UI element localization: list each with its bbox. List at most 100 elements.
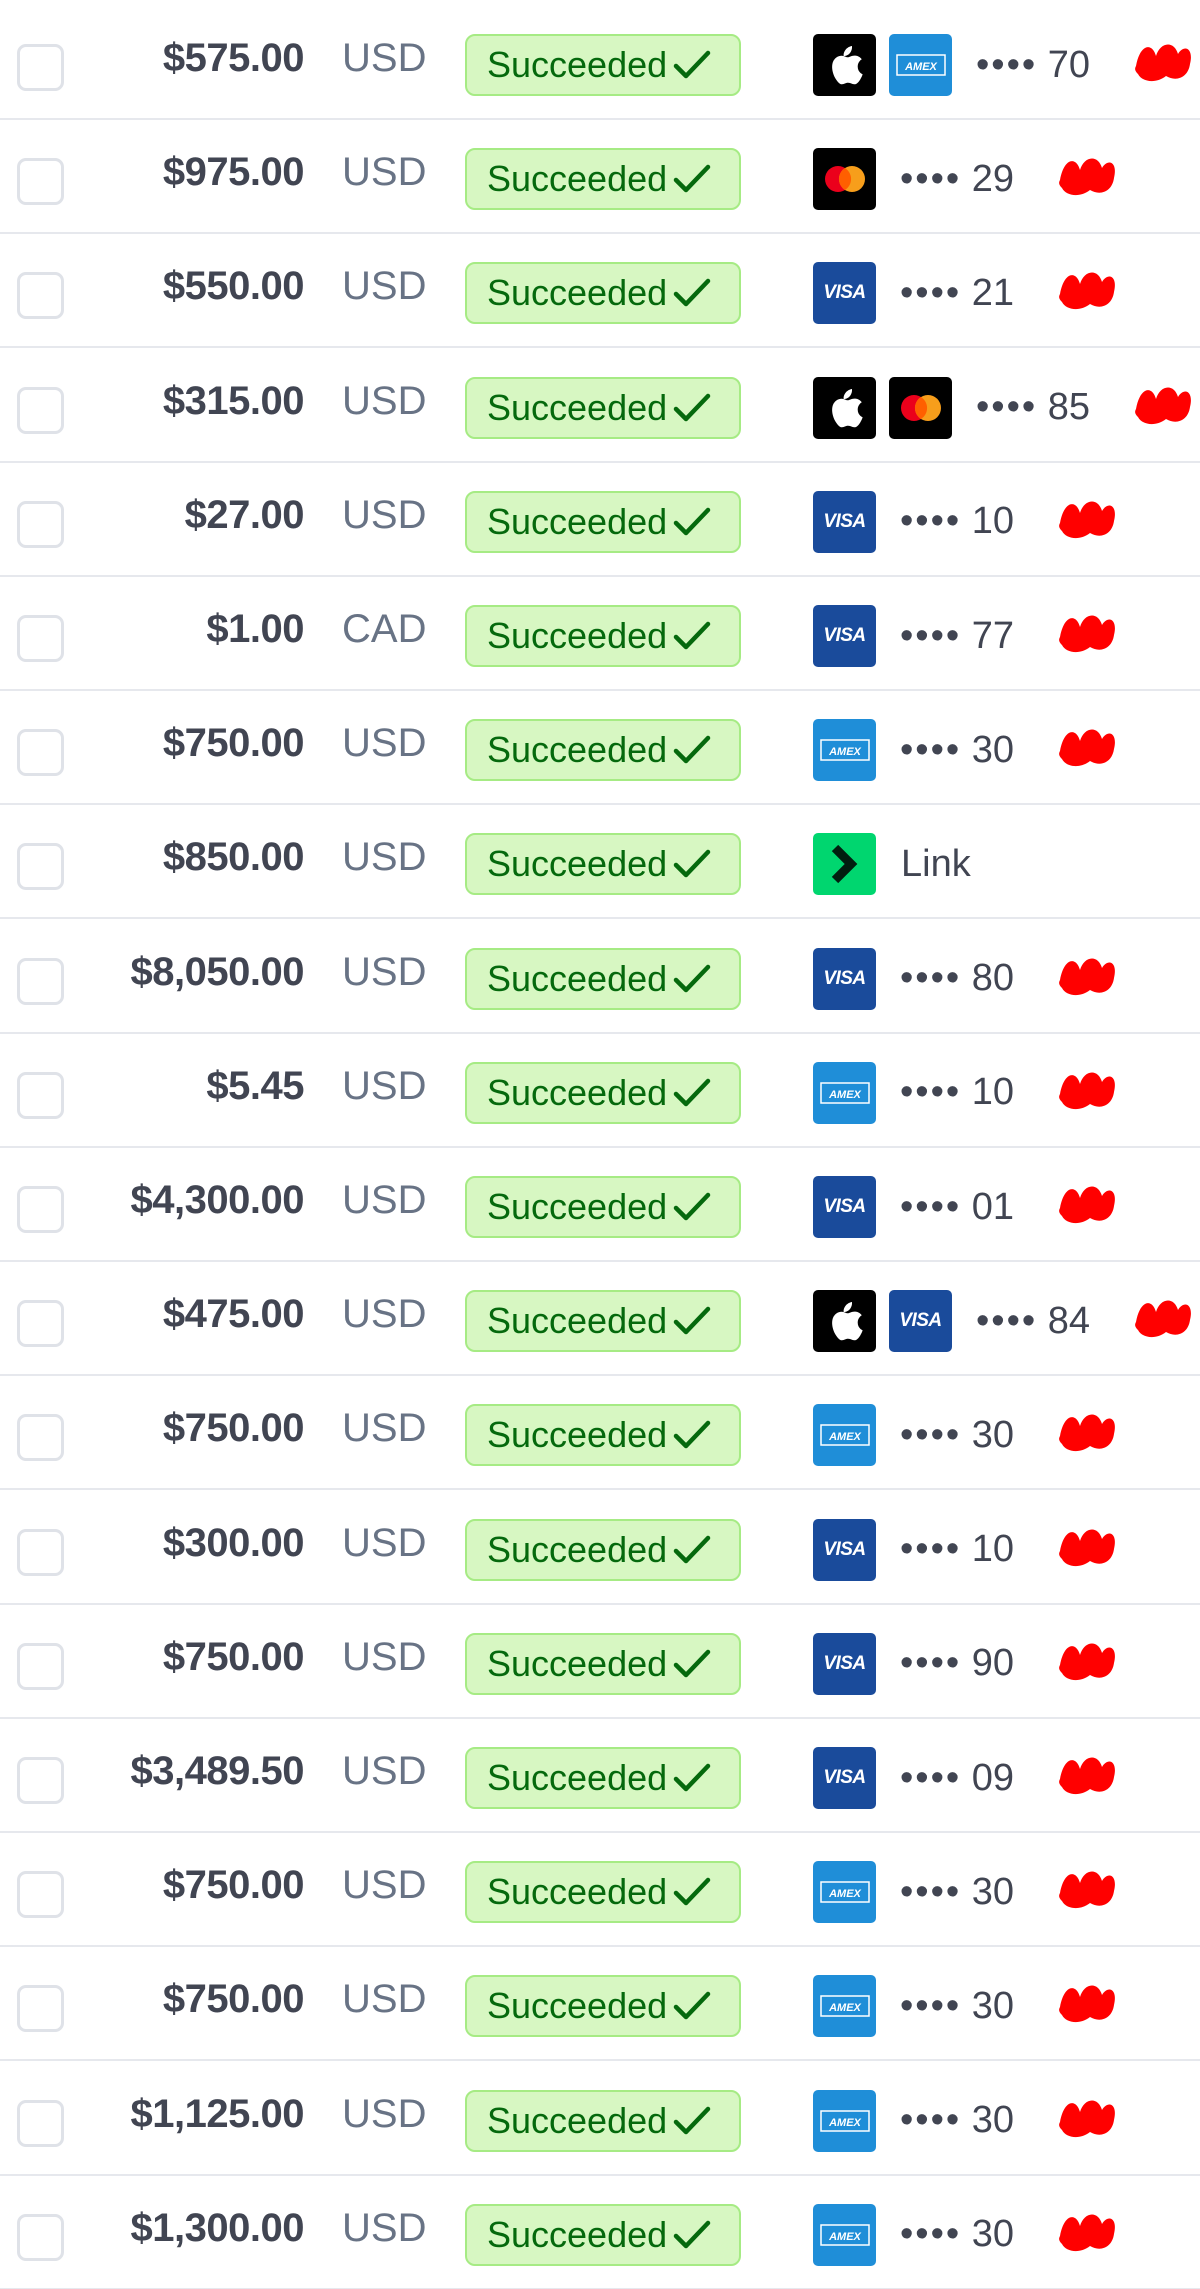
svg-text:AMEX: AMEX (828, 746, 861, 758)
card-last4: •••• 30 (900, 729, 1014, 772)
row-select-checkbox[interactable] (17, 843, 64, 891)
table-row[interactable]: $750.00 USD Succeeded AMEX •••• 30 (0, 1947, 1200, 2062)
table-row[interactable]: $27.00 USD Succeeded VISA •••• 10 (0, 463, 1200, 577)
last4-digits: 29 (971, 157, 1015, 200)
row-select-checkbox[interactable] (17, 957, 64, 1005)
payment-currency: USD (342, 1749, 427, 1793)
table-row[interactable]: $300.00 USD Succeeded VISA •••• 10 (0, 1491, 1200, 1605)
table-row[interactable]: $4,300.00 USD Succeeded VISA •••• 01 (0, 1148, 1200, 1262)
row-select-checkbox[interactable] (17, 2099, 64, 2147)
table-row[interactable]: $850.00 USD Succeeded Link (0, 805, 1200, 920)
checkmark-icon (673, 278, 711, 308)
svg-text:AMEX: AMEX (828, 2117, 861, 2129)
mask-dots: •••• (976, 1299, 1038, 1342)
row-select-checkbox[interactable] (17, 386, 64, 434)
visa-icon: VISA (813, 262, 876, 325)
redaction-scribble (1059, 1414, 1115, 1452)
status-badge-label: Succeeded (487, 1414, 668, 1456)
row-select-checkbox[interactable] (17, 158, 64, 206)
table-row[interactable]: $1,300.00 USD Succeeded AMEX •••• 30 (0, 2176, 1200, 2289)
payment-amount: $1.00 (206, 607, 304, 651)
payment-method: •••• 29 (813, 148, 1014, 211)
status-badge-label: Succeeded (487, 1642, 668, 1684)
status-badge-label: Succeeded (487, 1300, 668, 1342)
table-row[interactable]: $5.45 USD Succeeded AMEX •••• 10 (0, 1034, 1200, 1148)
card-last4: •••• 10 (900, 1528, 1014, 1571)
payment-method: VISA •••• 09 (813, 1747, 1014, 1809)
payment-method: VISA •••• 77 (813, 605, 1014, 667)
table-row[interactable]: $3,489.50 USD Succeeded VISA •••• 09 (0, 1719, 1200, 1833)
status-badge-label: Succeeded (487, 1871, 668, 1913)
last4-digits: 30 (971, 1870, 1015, 1913)
redaction-scribble (1135, 387, 1191, 424)
apple-pay-icon (813, 1290, 876, 1353)
payment-currency: USD (342, 1977, 427, 2022)
payment-currency: USD (342, 1292, 427, 1337)
payment-method: VISA •••• 01 (813, 1176, 1014, 1238)
payment-currency: USD (342, 150, 427, 195)
redaction-scribble (1059, 1072, 1115, 1109)
table-row[interactable]: $575.00 USD Succeeded AMEX •••• 70 (0, 6, 1200, 120)
row-select-checkbox[interactable] (17, 1871, 64, 1919)
last4-digits: 10 (971, 500, 1015, 543)
row-select-checkbox[interactable] (17, 2213, 64, 2261)
payment-amount: $750.00 (162, 1406, 305, 1451)
checkmark-icon (673, 393, 711, 423)
row-select-checkbox[interactable] (17, 500, 64, 548)
card-last4: •••• 30 (900, 1985, 1014, 2028)
mask-dots: •••• (900, 614, 962, 657)
table-row[interactable]: $8,050.00 USD Succeeded VISA •••• 80 (0, 920, 1200, 1034)
visa-icon: VISA (813, 605, 876, 667)
mastercard-icon (813, 148, 876, 211)
svg-text:AMEX: AMEX (828, 1431, 861, 1443)
amex-icon: AMEX (813, 2203, 876, 2266)
row-select-checkbox[interactable] (17, 729, 64, 777)
payment-method: AMEX •••• 30 (813, 1975, 1014, 2038)
payment-amount: $975.00 (162, 150, 305, 195)
mask-dots: •••• (900, 1870, 962, 1913)
row-select-checkbox[interactable] (17, 1985, 64, 2033)
table-row[interactable]: $750.00 USD Succeeded VISA •••• 90 (0, 1605, 1200, 1719)
table-row[interactable]: $750.00 USD Succeeded AMEX •••• 30 (0, 1833, 1200, 1948)
last4-digits: 70 (1047, 43, 1091, 86)
row-select-checkbox[interactable] (17, 44, 64, 91)
card-last4: •••• 90 (900, 1642, 1014, 1685)
checkmark-icon (673, 1649, 711, 1679)
mask-dots: •••• (900, 1756, 962, 1799)
table-row[interactable]: $975.00 USD Succeeded •••• 29 (0, 120, 1200, 235)
card-last4: •••• 29 (900, 158, 1014, 201)
amex-icon: AMEX (889, 34, 952, 96)
payment-method: AMEX •••• 30 (813, 1861, 1015, 1924)
row-select-checkbox[interactable] (17, 1528, 64, 1576)
status-badge: Succeeded (465, 1747, 741, 1809)
row-select-checkbox[interactable] (17, 1300, 64, 1348)
table-row[interactable]: $750.00 USD Succeeded AMEX •••• 30 (0, 691, 1200, 806)
card-last4: •••• 85 (976, 386, 1090, 429)
row-select-checkbox[interactable] (17, 1186, 64, 1233)
table-row[interactable]: $1.00 CAD Succeeded VISA •••• 77 (0, 577, 1200, 691)
card-last4: •••• 80 (900, 957, 1014, 1000)
row-select-checkbox[interactable] (17, 272, 64, 320)
row-select-checkbox[interactable] (17, 1414, 64, 1462)
status-badge-label: Succeeded (487, 1528, 668, 1570)
payment-currency: CAD (342, 607, 427, 651)
table-row[interactable]: $550.00 USD Succeeded VISA •••• 21 (0, 234, 1200, 349)
row-select-checkbox[interactable] (17, 615, 64, 662)
row-select-checkbox[interactable] (17, 1642, 64, 1690)
payment-method: VISA •••• 90 (813, 1632, 1014, 1695)
redaction-scribble (1059, 1871, 1115, 1909)
redaction-scribble (1059, 958, 1115, 995)
table-row[interactable]: $315.00 USD Succeeded •••• 85 (0, 349, 1200, 463)
payment-method: VISA •••• 10 (813, 490, 1015, 553)
table-row[interactable]: $475.00 USD Succeeded VISA •••• 84 (0, 1262, 1200, 1377)
row-select-checkbox[interactable] (17, 1071, 64, 1119)
table-row[interactable]: $1,125.00 USD Succeeded AMEX •••• 30 (0, 2062, 1200, 2176)
row-select-checkbox[interactable] (17, 1757, 64, 1804)
last4-digits: 30 (971, 2099, 1015, 2142)
card-last4: •••• 09 (900, 1757, 1014, 1800)
redaction-scribble (1059, 2214, 1115, 2251)
table-row[interactable]: $750.00 USD Succeeded AMEX •••• 30 (0, 1376, 1200, 1491)
payment-method: Link (813, 833, 971, 896)
payment-amount: $8,050.00 (130, 949, 305, 994)
last4-digits: 30 (971, 1984, 1015, 2027)
